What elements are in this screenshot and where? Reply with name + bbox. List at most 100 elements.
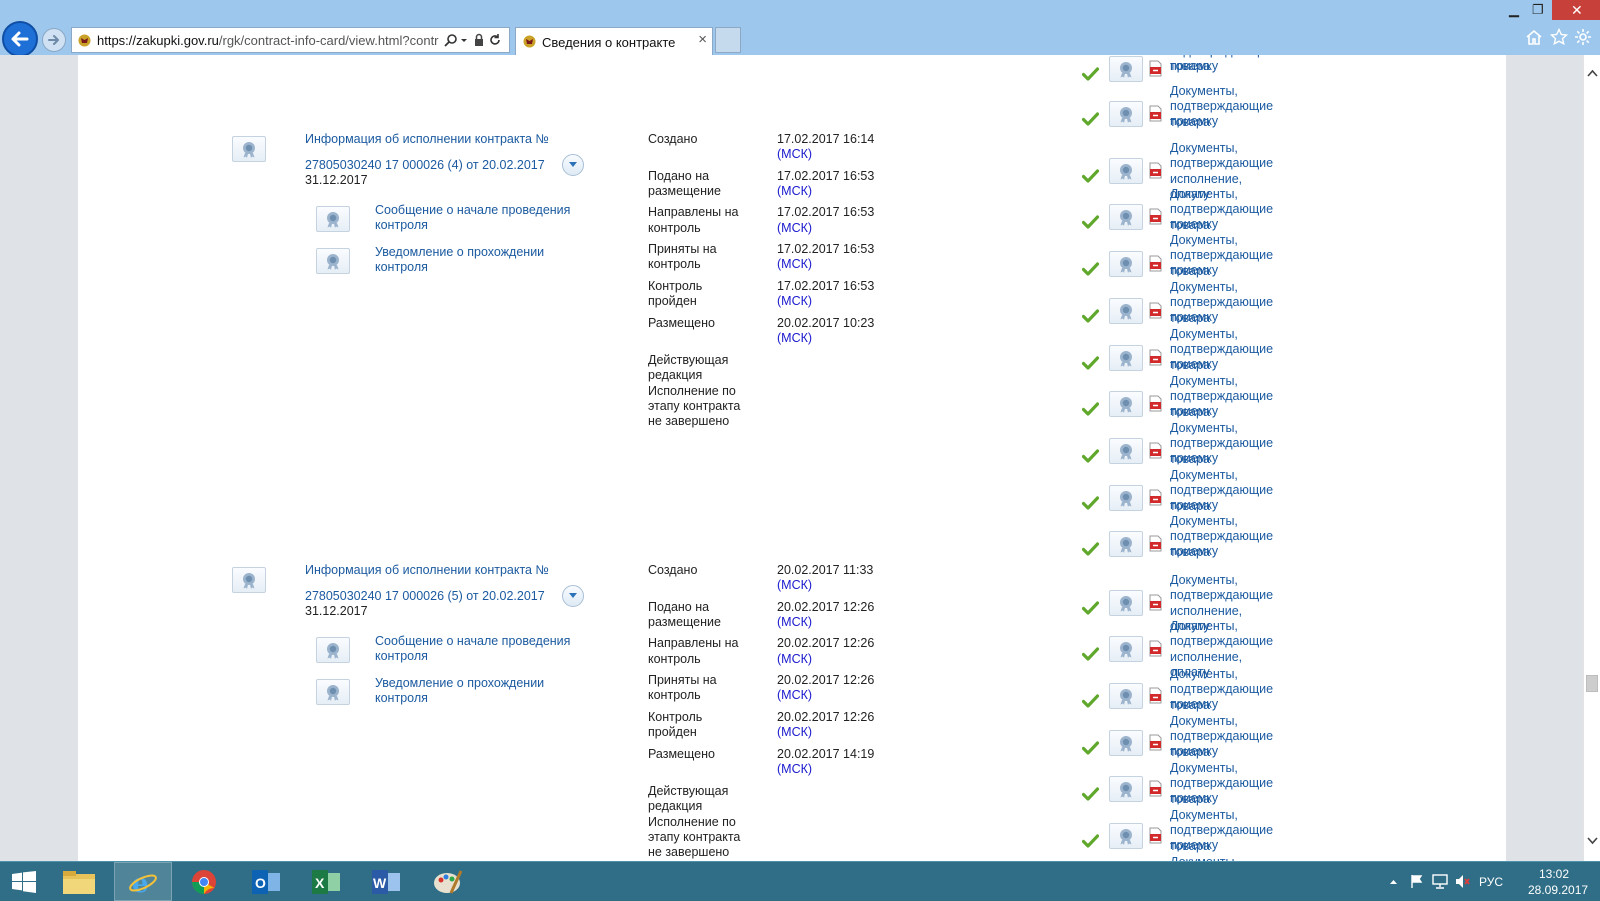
excel-app[interactable]: X [298,862,356,901]
document-link-line[interactable]: Документы, [1170,187,1238,202]
document-certificate-button[interactable] [1109,251,1143,277]
document-certificate-button[interactable] [1109,56,1143,82]
pdf-file-icon[interactable] [1148,535,1163,552]
document-link-line[interactable]: Документы, [1170,374,1238,389]
scroll-down-icon[interactable] [1587,837,1598,845]
document-link-line[interactable]: Документы, [1170,141,1238,156]
action-center-flag-icon[interactable] [1410,874,1424,889]
document-link-line[interactable]: Документы, [1170,573,1238,588]
document-link-line[interactable]: подтверждающие [1170,588,1273,603]
document-certificate-button[interactable] [1109,345,1143,371]
document-link-line[interactable]: товара [1170,358,1210,373]
pdf-file-icon[interactable] [1148,594,1163,611]
document-link-line[interactable]: Документы, [1170,714,1238,729]
control-doc-link-line1[interactable]: Сообщение о начале проведения [375,634,570,649]
pdf-file-icon[interactable] [1148,734,1163,751]
refresh-icon[interactable] [488,33,502,47]
internet-explorer-app[interactable]: e [114,862,172,901]
clock-time[interactable]: 13:02 [1539,867,1569,881]
document-link-line[interactable]: товара [1170,264,1210,279]
document-link-line[interactable]: подтверждающие [1170,634,1273,649]
document-link-line[interactable]: товара [1170,115,1210,130]
document-link-line[interactable]: Документы, [1170,327,1238,342]
pdf-file-icon[interactable] [1148,827,1163,844]
document-link-line[interactable]: товара [1170,792,1210,807]
document-certificate-button[interactable] [1109,776,1143,802]
document-link-line[interactable]: товара [1170,745,1210,760]
control-doc-link-line1[interactable]: Уведомление о прохождении [375,676,544,691]
record-title-line2[interactable]: 27805030240 17 000026 (4) от 20.02.2017 [305,158,545,173]
control-doc-certificate-button[interactable] [316,679,350,705]
chrome-app[interactable] [176,862,234,901]
document-link-line[interactable]: Документы, [1170,468,1238,483]
document-link-line[interactable]: товара [1170,839,1210,854]
document-certificate-button[interactable] [1109,590,1143,616]
document-link-line[interactable]: подтверждающие [1170,156,1273,171]
pdf-file-icon[interactable] [1148,442,1163,459]
word-app[interactable]: W [358,862,416,901]
control-doc-link-line2[interactable]: контроля [375,649,428,664]
back-button[interactable] [2,21,38,57]
dropdown-icon[interactable] [460,33,468,47]
control-doc-link-line1[interactable]: Уведомление о прохождении [375,245,544,260]
pdf-file-icon[interactable] [1148,208,1163,225]
document-link-line[interactable]: Документы, [1170,619,1238,634]
clock-date[interactable]: 28.09.2017 [1528,883,1588,897]
document-certificate-button[interactable] [1109,823,1143,849]
paint-app[interactable] [420,862,478,901]
start-button[interactable] [2,862,46,901]
pdf-file-icon[interactable] [1148,780,1163,797]
control-doc-certificate-button[interactable] [316,248,350,274]
new-tab-button[interactable] [715,27,741,53]
scroll-up-icon[interactable] [1587,69,1598,77]
minimize-button[interactable]: ▁ [1509,2,1519,18]
pdf-file-icon[interactable] [1148,162,1163,179]
document-certificate-button[interactable] [1109,204,1143,230]
record-certificate-button[interactable] [232,567,266,593]
pdf-file-icon[interactable] [1148,105,1163,122]
document-link-line[interactable]: товара [1170,499,1210,514]
show-hidden-icons-icon[interactable] [1389,878,1398,885]
document-certificate-button[interactable] [1109,101,1143,127]
document-certificate-button[interactable] [1109,531,1143,557]
document-link-line[interactable]: Документы, [1170,280,1238,295]
record-title-line1[interactable]: Информация об исполнении контракта № [305,563,549,578]
record-certificate-button[interactable] [232,136,266,162]
document-certificate-button[interactable] [1109,158,1143,184]
volume-muted-icon[interactable] [1455,874,1471,889]
document-certificate-button[interactable] [1109,485,1143,511]
document-link-line[interactable]: Документы, [1170,514,1238,529]
forward-button[interactable] [42,28,66,52]
pdf-file-icon[interactable] [1148,302,1163,319]
scroll-thumb[interactable] [1586,675,1598,692]
control-doc-link-line2[interactable]: контроля [375,691,428,706]
document-link-line[interactable]: товара [1170,405,1210,420]
record-title-line2[interactable]: 27805030240 17 000026 (5) от 20.02.2017 [305,589,545,604]
expand-record-button[interactable] [562,585,584,607]
document-certificate-button[interactable] [1109,730,1143,756]
control-doc-link-line2[interactable]: контроля [375,260,428,275]
document-link-line[interactable]: Документы, [1170,233,1238,248]
expand-record-button[interactable] [562,154,584,176]
control-doc-link-line1[interactable]: Сообщение о начале проведения [375,203,570,218]
tab-contract-info[interactable]: Сведения о контракте × [515,27,713,55]
gear-icon[interactable] [1574,28,1592,46]
close-window-button[interactable]: ✕ [1552,0,1600,20]
document-link-line[interactable]: Документы, [1170,421,1238,436]
document-certificate-button[interactable] [1109,391,1143,417]
pdf-file-icon[interactable] [1148,255,1163,272]
document-link-line[interactable]: Документы, [1170,84,1238,99]
document-link-line[interactable]: товара [1170,218,1210,233]
document-certificate-button[interactable] [1109,636,1143,662]
document-link-line[interactable]: Документы, [1170,761,1238,776]
document-link-line[interactable]: товара [1170,545,1210,560]
document-link-line[interactable]: Документы, [1170,808,1238,823]
record-title-line1[interactable]: Информация об исполнении контракта № [305,132,549,147]
document-certificate-button[interactable] [1109,683,1143,709]
pdf-file-icon[interactable] [1148,687,1163,704]
search-icon[interactable] [444,33,458,47]
tab-close-button[interactable]: × [698,31,707,48]
document-link-line[interactable]: товара [1170,311,1210,326]
vertical-scrollbar[interactable] [1583,55,1600,861]
control-doc-certificate-button[interactable] [316,637,350,663]
